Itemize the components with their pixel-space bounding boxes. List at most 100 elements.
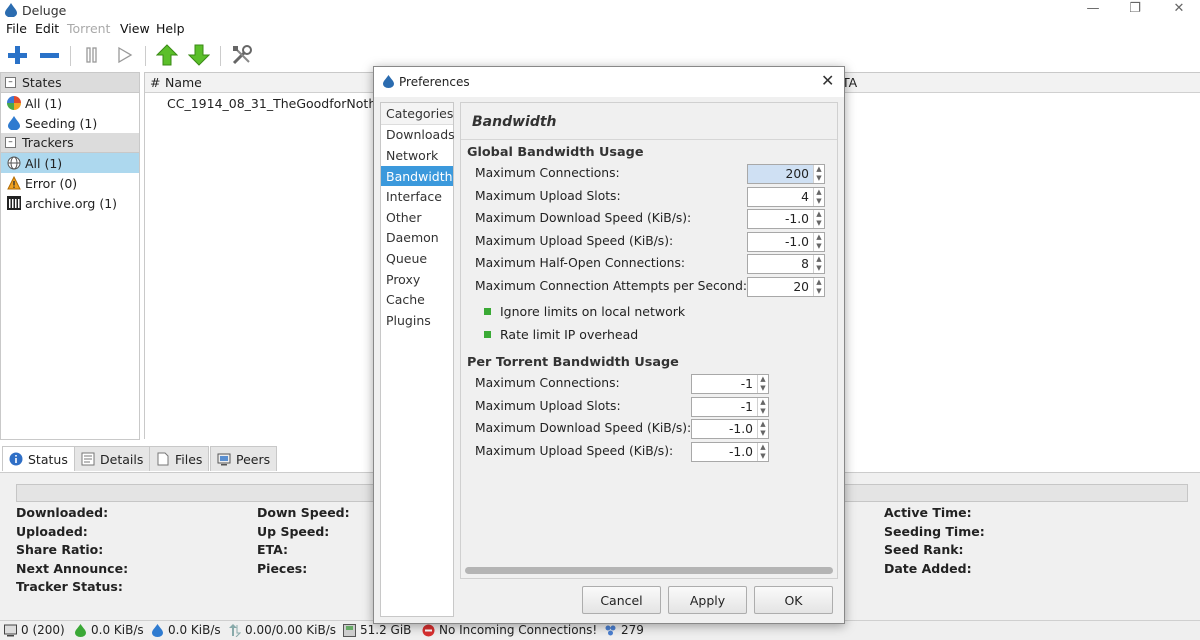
connections-value: 0 (200): [21, 623, 65, 637]
category-cache[interactable]: Cache: [381, 289, 453, 310]
dialog-close-icon[interactable]: ✕: [821, 71, 834, 90]
tab-label: Peers: [236, 451, 271, 467]
queue-up-icon: [156, 44, 178, 66]
queue-up-button[interactable]: [154, 42, 180, 68]
global-max-connections-spinner[interactable]: 200 ▲ ▼: [747, 164, 825, 184]
table-row[interactable]: CC_1914_08_31_TheGoodforNoth: [163, 96, 373, 111]
sidebar-item-error[interactable]: Error (0): [1, 173, 139, 193]
menu-help[interactable]: Help: [156, 21, 185, 36]
category-proxy[interactable]: Proxy: [381, 269, 453, 290]
tab-files[interactable]: Files: [149, 446, 210, 471]
incoming-connections-value: No Incoming Connections!: [439, 623, 598, 637]
maximize-button[interactable]: ❐: [1112, 0, 1158, 20]
spinner-arrows-icon[interactable]: ▲ ▼: [813, 278, 824, 296]
minimize-button[interactable]: —: [1070, 0, 1116, 20]
download-speed-status[interactable]: 0.0 KiB/s: [74, 623, 144, 637]
spinner-arrows-icon[interactable]: ▲ ▼: [757, 443, 768, 461]
category-queue[interactable]: Queue: [381, 248, 453, 269]
category-network[interactable]: Network: [381, 145, 453, 166]
global-max-download-speed-spinner[interactable]: -1.0 ▲ ▼: [747, 209, 825, 229]
per-max-upload-slots-label: Maximum Upload Slots:: [475, 399, 621, 413]
resume-button[interactable]: [111, 42, 137, 68]
up-speed-label: Up Speed:: [257, 523, 330, 539]
global-section-title: Global Bandwidth Usage: [467, 145, 644, 160]
spinner-arrows-icon[interactable]: ▲ ▼: [757, 420, 768, 438]
spinner-arrows-icon[interactable]: ▲ ▼: [813, 233, 824, 251]
menu-view[interactable]: View: [120, 21, 150, 36]
category-downloads[interactable]: Downloads: [381, 125, 455, 146]
column-number[interactable]: #: [150, 75, 160, 90]
category-daemon[interactable]: Daemon: [381, 228, 453, 249]
sidebar-item-all-trackers[interactable]: All (1): [1, 153, 139, 173]
global-max-attempts-spinner[interactable]: 20 ▲ ▼: [747, 277, 825, 297]
spinner-value[interactable]: 4: [748, 188, 813, 206]
preferences-button[interactable]: [229, 42, 255, 68]
rate-limit-overhead-checkbox[interactable]: Rate limit IP overhead: [484, 325, 638, 343]
category-bandwidth[interactable]: Bandwidth: [381, 165, 453, 187]
close-button[interactable]: ✕: [1156, 0, 1200, 20]
tab-peers[interactable]: Peers: [210, 446, 278, 471]
apply-button[interactable]: Apply: [668, 586, 747, 614]
cancel-button[interactable]: Cancel: [582, 586, 661, 614]
remove-torrent-button[interactable]: [36, 42, 62, 68]
ignore-local-limits-checkbox[interactable]: Ignore limits on local network: [484, 302, 685, 320]
spinner-value[interactable]: 200: [748, 165, 813, 183]
global-max-upload-speed-spinner[interactable]: -1.0 ▲ ▼: [747, 232, 825, 252]
share-ratio-label: Share Ratio:: [16, 542, 104, 557]
global-max-half-open-spinner[interactable]: 8 ▲ ▼: [747, 254, 825, 274]
upload-speed-status[interactable]: 0.0 KiB/s: [151, 623, 221, 637]
next-announce-label: Next Announce:: [16, 560, 129, 576]
column-name[interactable]: Name: [165, 75, 202, 90]
sidebar-item-archive-org[interactable]: archive.org (1): [1, 193, 139, 213]
sidebar-item-label: Error (0): [25, 175, 78, 191]
states-header[interactable]: – States: [1, 73, 139, 93]
category-other[interactable]: Other: [381, 207, 453, 228]
spinner-value[interactable]: -1.0: [692, 420, 757, 438]
spinner-value[interactable]: -1.0: [748, 233, 813, 251]
menu-file[interactable]: File: [6, 21, 27, 36]
add-torrent-button[interactable]: [4, 42, 30, 68]
spinner-value[interactable]: -1: [692, 398, 757, 416]
queue-down-button[interactable]: [186, 42, 212, 68]
per-max-download-speed-spinner[interactable]: -1.0 ▲ ▼: [691, 419, 769, 439]
spinner-arrows-icon[interactable]: ▲ ▼: [813, 165, 824, 183]
pause-button[interactable]: [79, 42, 105, 68]
dht-value: 279: [621, 623, 644, 637]
spinner-arrows-icon[interactable]: ▲ ▼: [813, 210, 824, 228]
spinner-value[interactable]: -1.0: [692, 443, 757, 461]
seed-rank-label: Seed Rank:: [884, 542, 964, 557]
spinner-value[interactable]: -1: [692, 375, 757, 393]
downloaded-label: Downloaded:: [16, 505, 109, 520]
disk-space-status[interactable]: 51.2 GiB: [343, 623, 411, 637]
spinner-value[interactable]: 8: [748, 255, 813, 273]
category-interface[interactable]: Interface: [381, 186, 453, 207]
global-max-upload-slots-label: Maximum Upload Slots:: [475, 189, 621, 203]
tab-details[interactable]: Details: [74, 446, 151, 471]
incoming-connections-status[interactable]: No Incoming Connections!: [422, 623, 597, 637]
spinner-arrows-icon[interactable]: ▲ ▼: [757, 375, 768, 393]
per-max-upload-speed-spinner[interactable]: -1.0 ▲ ▼: [691, 442, 769, 462]
checkbox-checked-icon: [484, 330, 491, 338]
per-max-upload-slots-spinner[interactable]: -1 ▲ ▼: [691, 397, 769, 417]
tab-status[interactable]: Status: [2, 446, 75, 471]
ok-button[interactable]: OK: [754, 586, 833, 614]
protocol-traffic-status[interactable]: 0.00/0.00 KiB/s: [228, 623, 336, 637]
sidebar-item-seeding[interactable]: Seeding (1): [1, 113, 139, 133]
spinner-value[interactable]: -1.0: [748, 210, 813, 228]
spinner-arrows-icon[interactable]: ▲ ▼: [757, 398, 768, 416]
per-max-connections-spinner[interactable]: -1 ▲ ▼: [691, 374, 769, 394]
connections-status[interactable]: 0 (200): [4, 623, 65, 637]
menu-edit[interactable]: Edit: [35, 21, 59, 36]
spinner-arrows-icon[interactable]: ▲ ▼: [813, 255, 824, 273]
horizontal-scrollbar[interactable]: [465, 567, 833, 574]
spinner-arrows-icon[interactable]: ▲ ▼: [813, 188, 824, 206]
spinner-value[interactable]: 20: [748, 278, 813, 296]
menu-torrent[interactable]: Torrent: [67, 21, 110, 36]
category-plugins[interactable]: Plugins: [381, 310, 453, 331]
sidebar-item-all-states[interactable]: All (1): [1, 93, 139, 113]
toolbar-separator: [70, 46, 71, 66]
global-max-upload-slots-spinner[interactable]: 4 ▲ ▼: [747, 187, 825, 207]
deluge-logo-icon: [5, 3, 17, 17]
trackers-header[interactable]: – Trackers: [1, 133, 139, 153]
dht-status[interactable]: 279: [604, 623, 644, 637]
